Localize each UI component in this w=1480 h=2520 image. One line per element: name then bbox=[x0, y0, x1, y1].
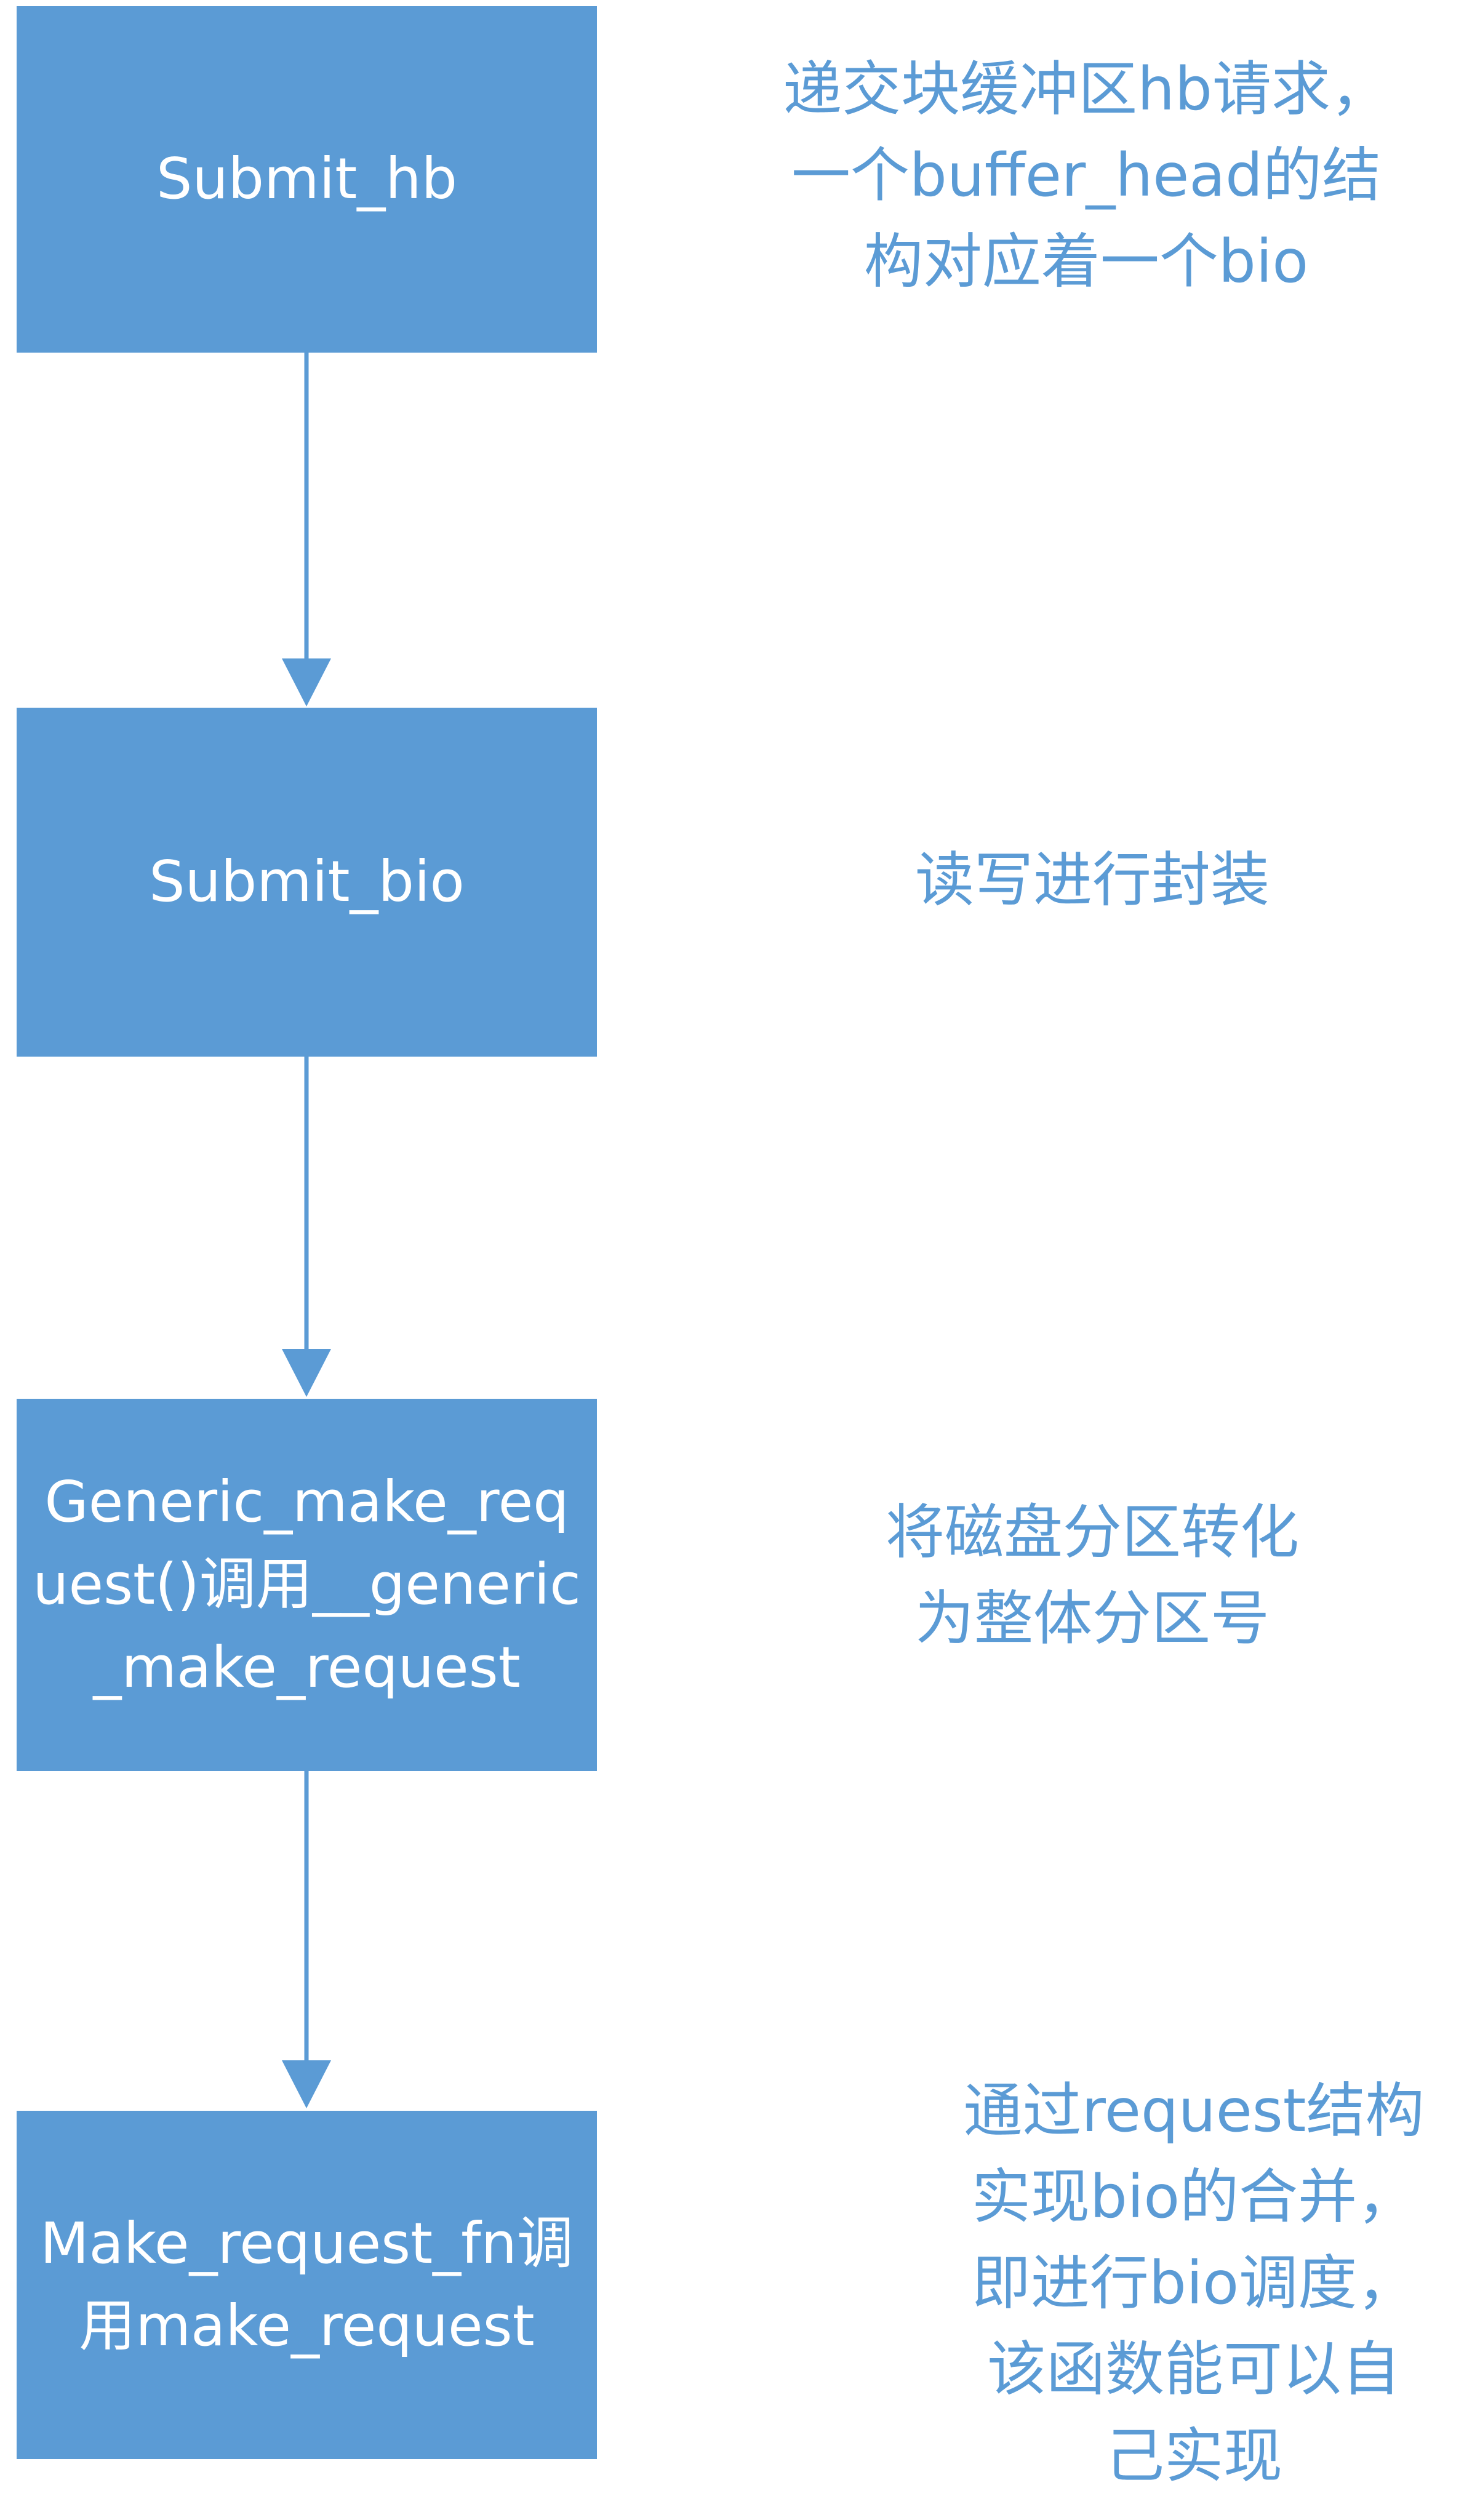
step-label-submit-hb: Submit_hb bbox=[156, 146, 458, 212]
arrow-1 bbox=[282, 353, 331, 706]
step-label-make-request-fn: Make_request_fn调用make_request bbox=[40, 2210, 574, 2359]
arrow-2 bbox=[282, 1057, 331, 1397]
note-submit-bio: 读写进行封装 bbox=[915, 846, 1270, 914]
step-label-submit-bio: Submit_bio bbox=[149, 849, 465, 915]
step-box-make-request-fn: Make_request_fn调用make_request bbox=[17, 2111, 597, 2459]
note-generic-make-request: 将磁盘分区转化 为整体分区号 bbox=[886, 1498, 1299, 1654]
note-make-request-fn: 通过request结构 实现bio的合并， 即进行bio调度， 该函数能可以自 … bbox=[963, 2076, 1425, 2490]
step-box-generic-make-request: Generic_make_request()调用__generic_make_r… bbox=[17, 1399, 597, 1771]
step-label-generic-make-request: Generic_make_request()调用__generic_make_r… bbox=[33, 1469, 581, 1700]
step-box-submit-bio: Submit_bio bbox=[17, 708, 597, 1057]
arrow-3 bbox=[282, 1771, 331, 2108]
note-submit-hb: 递交块缓冲区hb请求， 一个buffer_head的结 构对应着一个bio bbox=[783, 55, 1390, 297]
step-box-submit-hb: Submit_hb bbox=[17, 6, 597, 353]
